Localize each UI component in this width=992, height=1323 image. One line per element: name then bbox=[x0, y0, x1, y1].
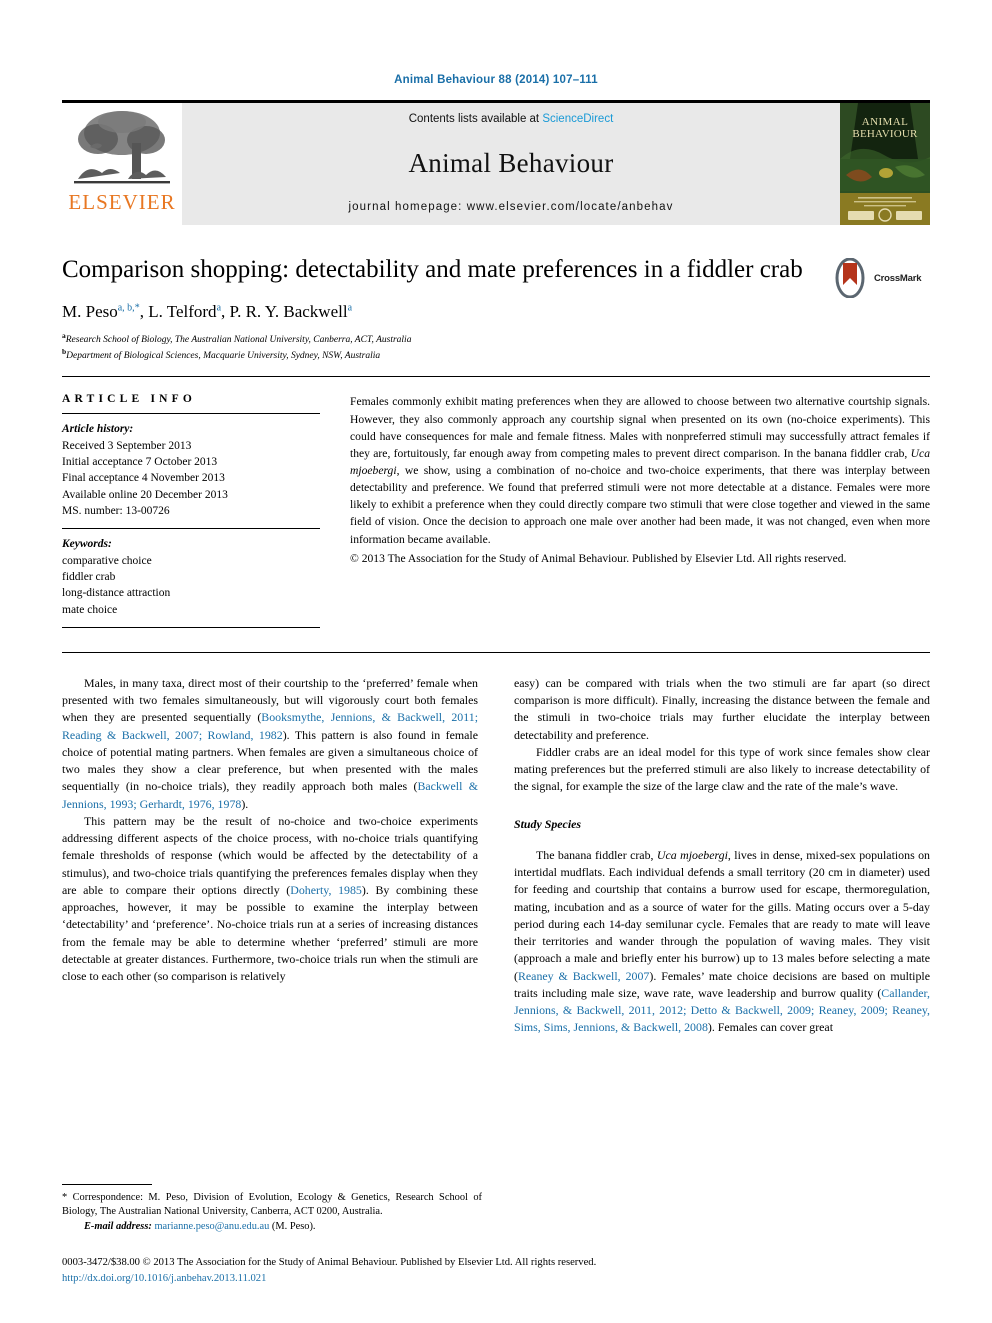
divider-after-affiliations bbox=[62, 376, 930, 378]
species-name: Uca mjoebergi bbox=[350, 446, 930, 477]
article-info-heading: ARTICLE INFO bbox=[62, 393, 197, 406]
affiliation-item: aResearch School of Biology, The Austral… bbox=[62, 330, 412, 345]
body-paragraph: The banana fiddler crab, Uca mjoebergi, … bbox=[514, 847, 931, 1035]
footnote-block: * Correspondence: M. Peso, Division of E… bbox=[62, 1183, 482, 1235]
abstract-block: Females commonly exhibit mating preferen… bbox=[350, 393, 930, 628]
journal-cover-thumbnail: ANIMAL BEHAVIOUR bbox=[840, 103, 930, 225]
page-title: Comparison shopping: detectability and m… bbox=[62, 256, 803, 283]
contents-lists-line: Contents lists available at ScienceDirec… bbox=[409, 113, 614, 125]
citation-link[interactable]: Reaney & Backwell, 2007 bbox=[518, 969, 649, 983]
homepage-url[interactable]: www.elsevier.com/locate/anbehav bbox=[467, 201, 674, 213]
affiliation-item: bDepartment of Biological Sciences, Macq… bbox=[62, 347, 381, 362]
article-history-label: Article history: bbox=[62, 423, 134, 436]
doi-link[interactable]: http://dx.doi.org/10.1016/j.anbehav.2013… bbox=[62, 1271, 930, 1287]
contents-prefix: Contents lists available at bbox=[408, 113, 543, 125]
keyword-item: long-distance attraction bbox=[62, 587, 171, 600]
issn-copyright-line: 0003-3472/$38.00 © 2013 The Association … bbox=[62, 1257, 597, 1269]
article-history-item: Final acceptance 4 November 2013 bbox=[62, 472, 225, 485]
citation-link[interactable]: Backwell & Jennions, 1993; Gerhardt, 197… bbox=[62, 779, 478, 810]
keyword-items: comparative choice fiddler crab long-dista… bbox=[62, 553, 320, 618]
journal-title: Animal Behaviour bbox=[408, 147, 614, 178]
email-address-label: E-mail address: bbox=[84, 1221, 155, 1233]
homepage-prefix: journal homepage: bbox=[348, 201, 467, 213]
sciencedirect-link[interactable]: ScienceDirect bbox=[542, 113, 613, 125]
body-columns: Males, in many taxa, direct most of thei… bbox=[62, 675, 930, 1037]
footnote-rule bbox=[62, 1183, 152, 1185]
article-info-block: ARTICLE INFO Article history: Received 3… bbox=[62, 393, 320, 628]
journal-band: Contents lists available at ScienceDirec… bbox=[182, 103, 840, 225]
crossmark-badge[interactable]: CrossMark bbox=[830, 257, 930, 299]
email-address-suffix: (M. Peso). bbox=[269, 1221, 316, 1233]
elsevier-logo: ELSEVIER bbox=[62, 103, 182, 225]
paper-page: Animal Behaviour 88 (2014) 107–111 ELSEV… bbox=[0, 0, 992, 1323]
keywords-label: Keywords: bbox=[62, 538, 112, 551]
citation-link[interactable]: Booksmythe, Jennions, & Backwell, 2011; … bbox=[62, 710, 478, 741]
section-heading-study-species: Study Species bbox=[514, 816, 582, 831]
keyword-item: fiddler crab bbox=[62, 570, 116, 583]
abstract-copyright: © 2013 The Association for the Study of … bbox=[350, 551, 847, 565]
keywords: Keywords: comparative choice fiddler crab… bbox=[62, 529, 320, 627]
abstract-text: Females commonly exhibit mating preferen… bbox=[350, 395, 930, 546]
elsevier-tree-icon bbox=[74, 111, 170, 184]
body-column-right: easy) can be compared with trials when t… bbox=[514, 675, 930, 1037]
citation-link[interactable]: Doherty, 1985 bbox=[290, 883, 362, 897]
journal-masthead: ELSEVIER Contents lists available at Sci… bbox=[62, 100, 930, 225]
article-history-item: Initial acceptance 7 October 2013 bbox=[62, 456, 218, 468]
cover-title-line1: ANIMAL bbox=[862, 116, 908, 128]
article-info-rule-bottom bbox=[62, 626, 320, 628]
body-paragraph: easy) can be compared with trials when t… bbox=[514, 675, 930, 742]
species-name: Uca mjoebergi bbox=[656, 847, 728, 862]
body-paragraph: This pattern may be the result of no-cho… bbox=[62, 813, 478, 984]
email-note: E-mail address: marianne.peso@anu.edu.au… bbox=[62, 1220, 482, 1235]
citation-link[interactable]: Callander, Jennions, & Backwell, 2011, 2… bbox=[514, 986, 930, 1035]
cover-title-line2: BEHAVIOUR bbox=[852, 128, 918, 140]
journal-cover-image: ANIMAL BEHAVIOUR bbox=[840, 103, 930, 225]
correspondence-note: * Correspondence: M. Peso, Division of E… bbox=[62, 1191, 482, 1218]
article-history-item: MS. number: 13-00726 bbox=[62, 504, 170, 517]
body-paragraph: Males, in many taxa, direct most of thei… bbox=[62, 675, 478, 811]
info-and-abstract: ARTICLE INFO Article history: Received 3… bbox=[62, 393, 930, 628]
keyword-item: comparative choice bbox=[62, 554, 152, 567]
body-paragraph: Fiddler crabs are an ideal model for thi… bbox=[514, 744, 930, 794]
divider-after-abstract bbox=[62, 651, 930, 653]
keyword-item: mate choice bbox=[62, 603, 118, 616]
article-history-item: Available online 20 December 2013 bbox=[62, 488, 228, 501]
page-footer: 0003-3472/$38.00 © 2013 The Association … bbox=[62, 1255, 930, 1287]
elsevier-wordmark: ELSEVIER bbox=[68, 190, 176, 214]
body-column-left: Males, in many taxa, direct most of thei… bbox=[62, 675, 478, 1037]
journal-homepage-line: journal homepage: www.elsevier.com/locat… bbox=[349, 201, 674, 213]
crossmark-label: CrossMark bbox=[874, 272, 922, 284]
crossmark-icon bbox=[835, 258, 865, 298]
title-block: Comparison shopping: detectability and m… bbox=[62, 255, 930, 364]
running-head: Animal Behaviour 88 (2014) 107–111 bbox=[394, 74, 598, 86]
article-history-items: Received 3 September 2013 Initial accepta… bbox=[62, 438, 320, 520]
article-history: Article history: Received 3 September 20… bbox=[62, 414, 320, 528]
affiliation-list: aResearch School of Biology, The Austral… bbox=[62, 331, 820, 365]
article-history-item: Received 3 September 2013 bbox=[62, 439, 192, 452]
author-list: M. Pesoa, b,*, L. Telforda, P. R. Y. Bac… bbox=[62, 301, 353, 321]
email-address-link[interactable]: marianne.peso@anu.edu.au bbox=[154, 1221, 269, 1232]
